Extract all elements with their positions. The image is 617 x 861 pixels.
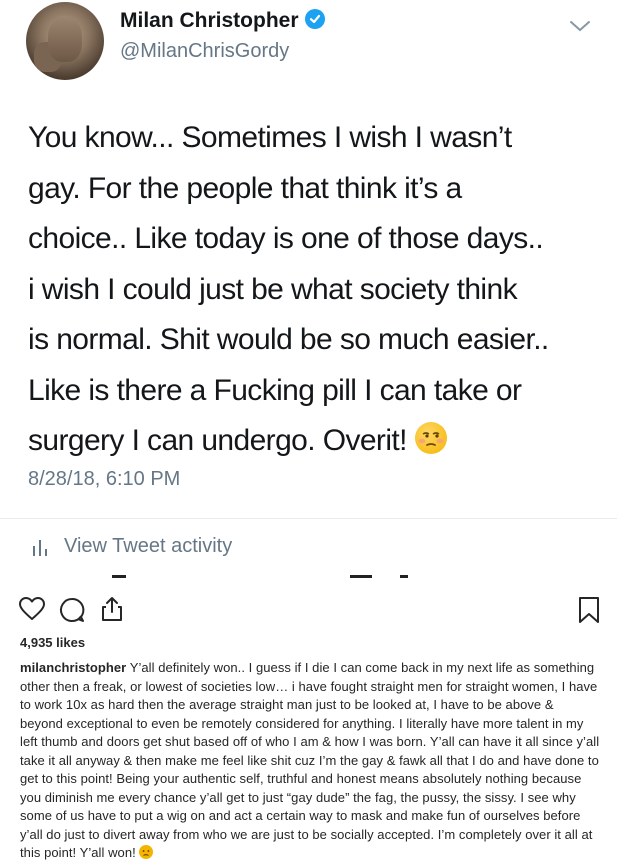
comment-icon[interactable] [58,596,86,624]
verified-badge-icon [304,9,325,29]
cropped-strip [0,575,617,589]
tweet-line-last: surgery I can undergo. Overit! [28,416,613,467]
post-actions [0,596,617,630]
bookmark-icon[interactable] [578,596,600,624]
tweet-timestamp[interactable]: 8/28/18, 6:10 PM [28,468,180,491]
unamused-face-icon [414,422,447,454]
view-tweet-activity-label: View Tweet activity [64,535,233,557]
tweet-line: Like is there a Fucking pill I can take … [28,373,522,407]
analytics-bars-icon [33,539,47,556]
disappointed-face-icon [139,845,154,859]
tweet-line: i wish I could just be what society thin… [28,272,518,306]
tweet-line: You know... Sometimes I wish I wasn’t [28,121,512,154]
display-name-text[interactable]: Milan Christopher [120,9,299,32]
caption-username[interactable]: milanchristopher [20,660,126,675]
display-name[interactable]: Milan Christopher [120,9,325,33]
heart-icon[interactable] [18,596,46,622]
view-tweet-activity[interactable]: View Tweet activity [32,535,232,558]
handle[interactable]: @MilanChrisGordy [120,40,289,63]
tweet-line: is normal. Shit would be so much easier.… [28,323,549,356]
avatar-face [48,16,82,62]
divider [0,518,617,519]
avatar[interactable] [26,2,104,80]
tweet-line: gay. For the people that think it’s a [28,171,462,205]
tweet-card: Milan Christopher @MilanChrisGordy You k… [0,0,617,575]
like-count[interactable]: 4,935 likes [20,635,85,650]
post-caption: milanchristopher Y’all definitely won.. … [20,659,600,861]
tweet-text: You know... Sometimes I wish I wasn’t ga… [28,113,613,467]
tweet-line: choice.. Like today is one of those days… [28,222,544,255]
share-icon[interactable] [100,596,124,622]
caption-text: Y’all definitely won.. I guess if I die … [20,660,600,860]
chevron-down-icon[interactable] [568,18,592,34]
tweet-line: surgery I can undergo. Overit! [28,424,407,457]
